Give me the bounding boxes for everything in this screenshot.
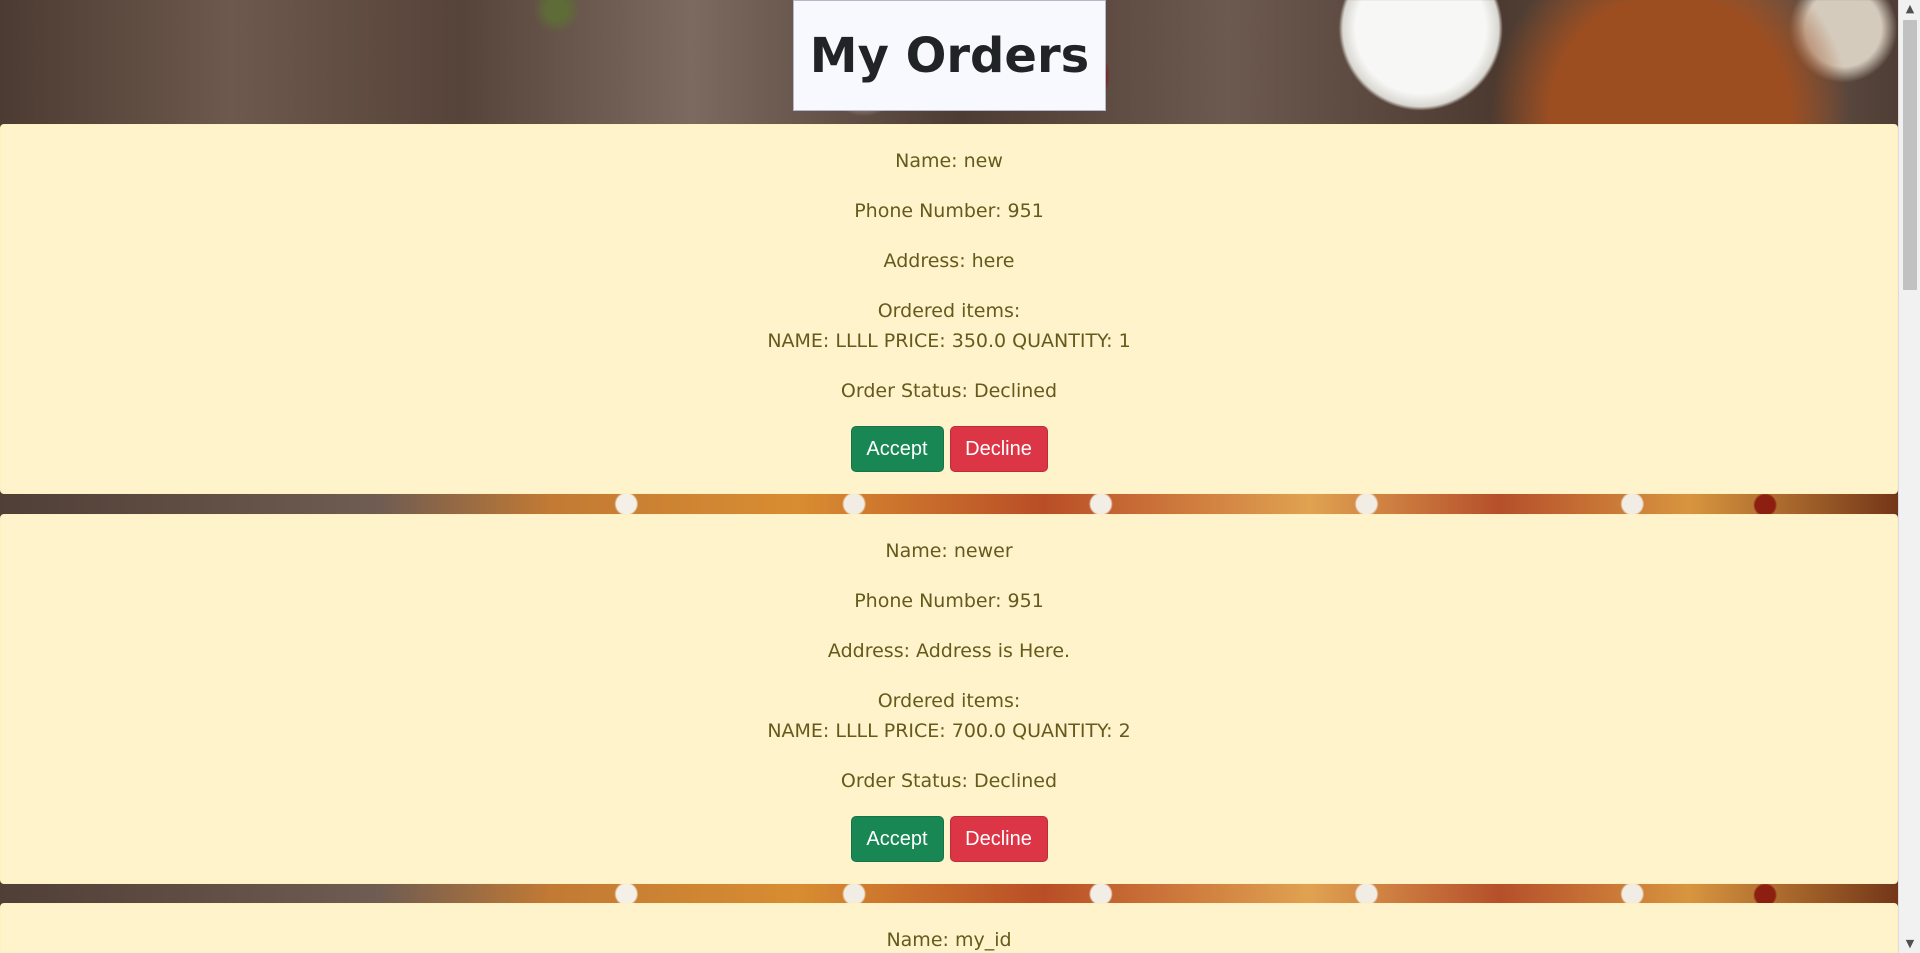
ordered-item-line: NAME: LLLL PRICE: 350.0 QUANTITY: 1 [767, 330, 1131, 352]
ordered-item-line: NAME: LLLL PRICE: 700.0 QUANTITY: 2 [767, 720, 1131, 742]
order-phone-number: Phone Number: 951 [854, 200, 1044, 222]
order-card: Name: newer Phone Number: 951 Address: A… [0, 514, 1898, 884]
order-status: Order Status: Declined [840, 770, 1058, 792]
decline-button[interactable]: Decline [949, 426, 1048, 472]
vertical-scrollbar[interactable]: ▲ ▼ [1898, 0, 1920, 953]
pizza-background-strip [0, 494, 1898, 514]
ordered-items-label: Ordered items: [877, 300, 1021, 322]
order-action-buttons: Accept Decline [1, 426, 1897, 472]
scroll-up-icon[interactable]: ▲ [1904, 3, 1916, 15]
order-phone-number: Phone Number: 951 [854, 590, 1044, 612]
pizza-background-strip [0, 884, 1898, 904]
order-action-buttons: Accept Decline [1, 816, 1897, 862]
page-title-box: My Orders [793, 0, 1106, 111]
order-name: Name: new [895, 150, 1003, 172]
ordered-items-label: Ordered items: [877, 690, 1021, 712]
accept-button[interactable]: Accept [850, 816, 944, 862]
order-status: Order Status: Declined [840, 380, 1058, 402]
order-address: Address: Address is Here. [827, 640, 1071, 662]
scrollbar-thumb[interactable] [1903, 20, 1917, 290]
accept-button[interactable]: Accept [850, 426, 944, 472]
order-card: Name: my_id [0, 903, 1898, 953]
order-card: Name: new Phone Number: 951 Address: her… [0, 124, 1898, 494]
order-address: Address: here [883, 250, 1015, 272]
order-name: Name: newer [885, 540, 1013, 562]
order-name: Name: my_id [886, 929, 1012, 951]
page-title: My Orders [809, 27, 1090, 84]
scroll-down-icon[interactable]: ▼ [1904, 938, 1916, 950]
decline-button[interactable]: Decline [949, 816, 1048, 862]
